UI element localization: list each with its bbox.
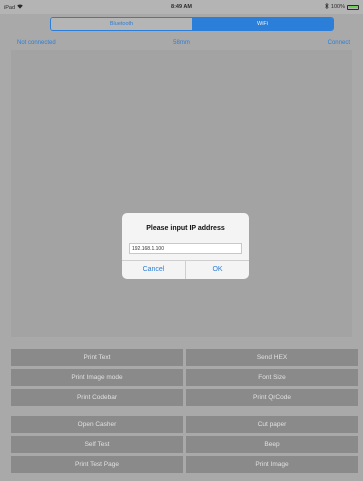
ip-address-input[interactable]: 192.168.1.100	[129, 243, 242, 254]
output-text-area[interactable]	[11, 50, 352, 337]
dialog-title: Please input IP address	[146, 225, 225, 232]
battery-percent: 100%	[330, 4, 345, 10]
cancel-button[interactable]: Cancel	[122, 260, 185, 279]
connect-button[interactable]: Connect	[328, 40, 350, 46]
cut-paper-button[interactable]: Cut paper	[186, 416, 358, 433]
segment-bluetooth[interactable]: Bluetooth	[51, 18, 192, 30]
self-test-button[interactable]: Self Test	[11, 436, 183, 453]
print-image-mode-button[interactable]: Print Image mode	[11, 369, 183, 386]
battery-fill	[348, 6, 358, 8]
beep-button[interactable]: Beep	[186, 436, 358, 453]
info-row: Not connected 58mm Connect	[0, 38, 363, 48]
ok-button[interactable]: OK	[186, 260, 249, 279]
ip-address-dialog: Please input IP address 192.168.1.100 Ca…	[122, 213, 249, 279]
button-group-device: Open Casher Cut paper Self Test Beep Pri…	[11, 416, 360, 473]
print-text-button[interactable]: Print Text	[11, 349, 183, 366]
connection-mode-segmented-control[interactable]: Bluetooth WiFi	[50, 17, 334, 31]
button-group-print: Print Text Send HEX Print Image mode Fon…	[11, 349, 360, 406]
font-size-button[interactable]: Font Size	[186, 369, 358, 386]
print-codebar-button[interactable]: Print Codebar	[11, 389, 183, 406]
open-casher-button[interactable]: Open Casher	[11, 416, 183, 433]
send-hex-button[interactable]: Send HEX	[186, 349, 358, 366]
status-bar: iPad 8:49 AM 100%	[0, 0, 363, 14]
print-qrcode-button[interactable]: Print QrCode	[186, 389, 358, 406]
print-image-button[interactable]: Print Image	[186, 456, 358, 473]
segment-wifi[interactable]: WiFi	[192, 18, 333, 30]
status-time: 8:49 AM	[171, 4, 192, 10]
bluetooth-icon	[325, 2, 329, 11]
battery-icon	[347, 4, 359, 10]
status-right: 100%	[325, 2, 359, 11]
paper-width: 58mm	[173, 40, 190, 46]
print-test-page-button[interactable]: Print Test Page	[11, 456, 183, 473]
